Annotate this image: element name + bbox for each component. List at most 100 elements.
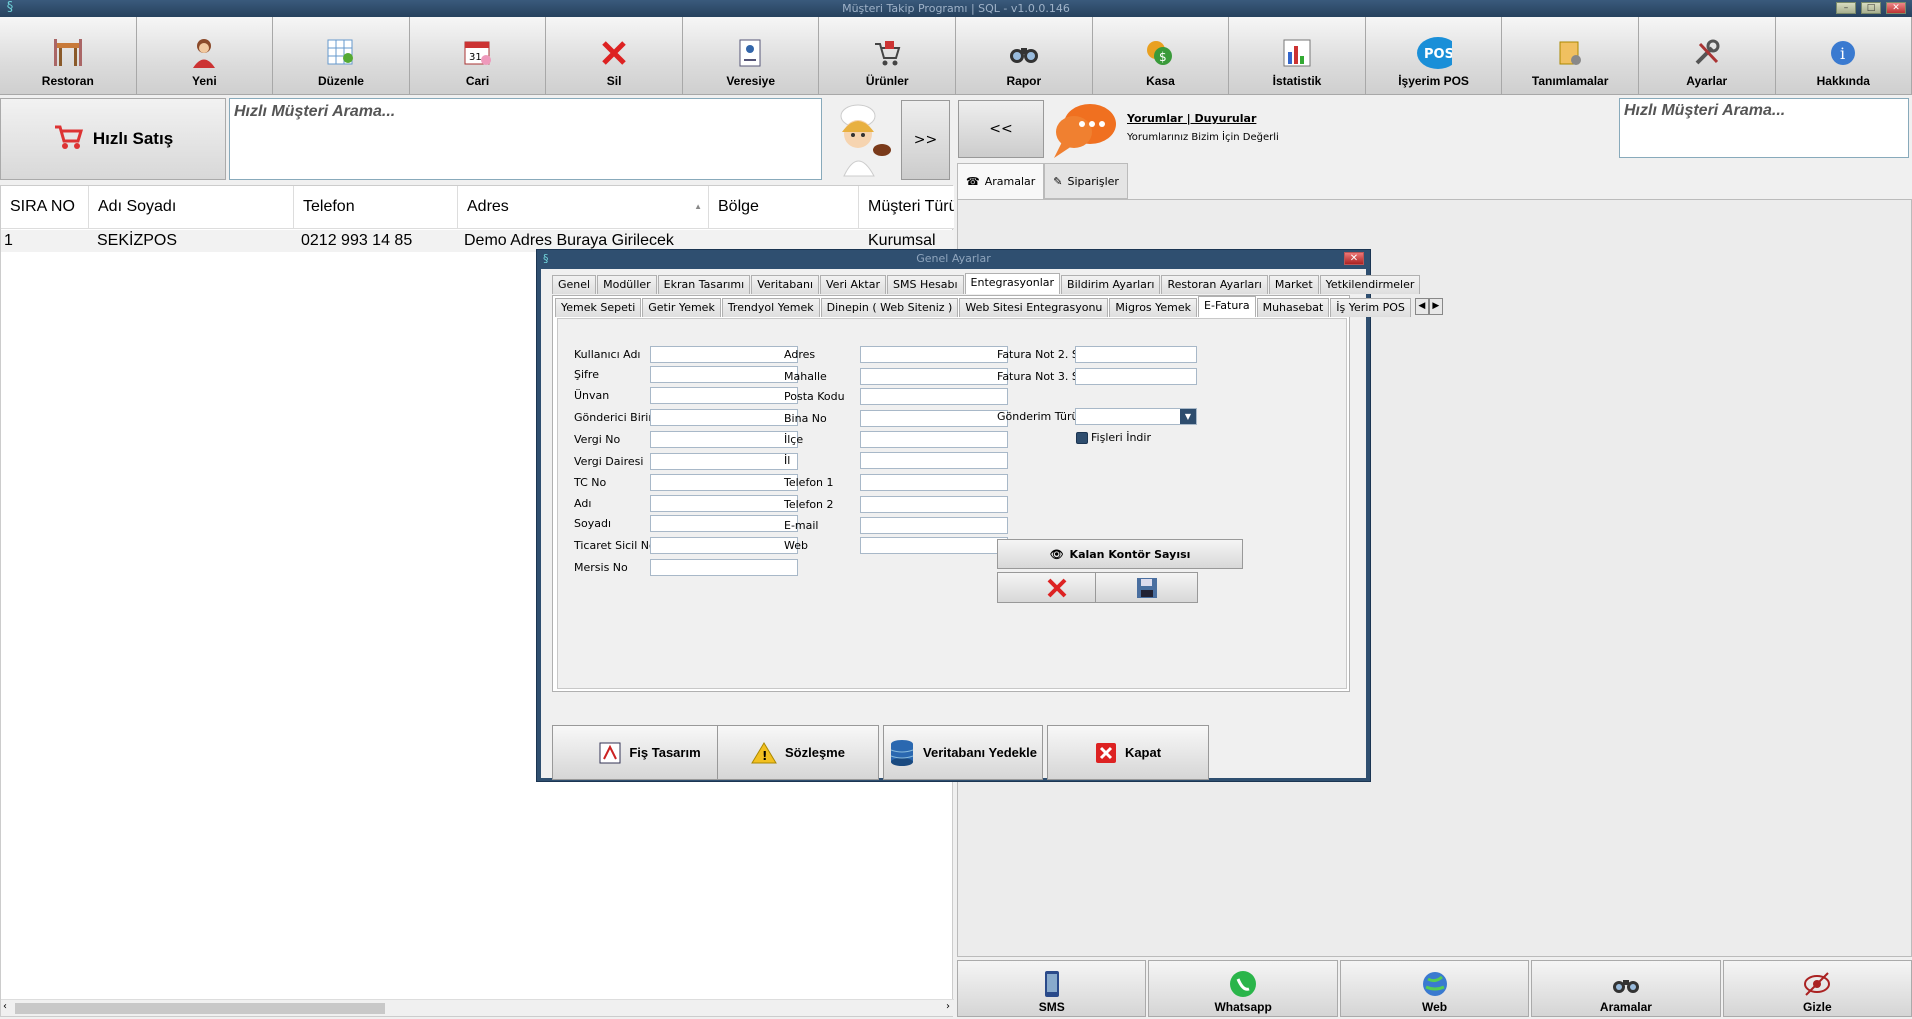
telefon-1-field[interactable] — [860, 474, 1008, 491]
chevron-down-icon: ▼ — [1180, 409, 1196, 424]
phone-icon — [1043, 968, 1061, 1000]
tab-restoran-ayarlari[interactable]: Restoran Ayarları — [1161, 275, 1268, 294]
tab-genel[interactable]: Genel — [552, 275, 597, 294]
mersis-no-field[interactable] — [650, 559, 798, 576]
fisleri-indir-checkbox[interactable] — [1076, 432, 1088, 444]
announcements-link[interactable]: Yorumlar | Duyurular Yorumlarınız Bizim … — [1050, 100, 1350, 160]
tab-siparisler[interactable]: ✎ Siparişler — [1044, 163, 1128, 199]
sifre-field[interactable] — [650, 366, 798, 383]
toolbar-restoran-button[interactable]: Restoran — [0, 17, 137, 95]
tab-ekran-tasarimi[interactable]: Ekran Tasarımı — [657, 275, 751, 294]
tab-e-fatura[interactable]: E-Fatura — [1198, 296, 1256, 317]
posta-kodu-field[interactable] — [860, 388, 1008, 405]
ilce-field[interactable] — [860, 431, 1008, 448]
ticaret-sicil-no-field[interactable] — [650, 537, 798, 554]
quick-sale-button[interactable]: Hızlı Satış — [0, 98, 226, 180]
horizontal-scrollbar[interactable]: ‹ › — [1, 999, 954, 1016]
toolbar-hakkinda-button[interactable]: i Hakkında — [1775, 17, 1912, 95]
scroll-right-icon[interactable]: › — [946, 1001, 950, 1012]
fatura-not-2-field[interactable] — [1075, 346, 1197, 363]
customer-search-input[interactable]: Hızlı Müşteri Arama... — [229, 98, 822, 180]
whatsapp-button[interactable]: Whatsapp — [1148, 960, 1338, 1017]
toolbar-duzenle-button[interactable]: Düzenle — [273, 17, 410, 95]
tab-veritabani[interactable]: Veritabanı — [751, 275, 820, 294]
toolbar-urunler-button[interactable]: Ürünler — [819, 17, 957, 95]
mahalle-field[interactable] — [860, 368, 1008, 385]
main-toolbar: Restoran Yeni Düzenle 31 Cari Sil Veresi… — [0, 17, 1912, 95]
tab-bildirim-ayarlari[interactable]: Bildirim Ayarları — [1061, 275, 1161, 294]
gonderici-birimi-field[interactable] — [650, 409, 798, 426]
window-title: Müşteri Takip Programı | SQL - v1.0.0.14… — [842, 2, 1070, 15]
tab-sms-hesabi[interactable]: SMS Hesabı — [887, 275, 964, 294]
delete-icon — [596, 36, 632, 70]
minimize-button[interactable]: – — [1836, 2, 1856, 14]
veritabani-yedekle-button[interactable]: Veritabanı Yedekle — [883, 725, 1043, 780]
soyadi-field[interactable] — [650, 515, 798, 532]
tab-aramalar[interactable]: ☎ Aramalar — [957, 163, 1045, 199]
email-field[interactable] — [860, 517, 1008, 534]
column-header-adres[interactable]: Adres ▲ — [458, 186, 709, 228]
adi-field[interactable] — [650, 495, 798, 512]
chevron-right-icon[interactable]: ▶ — [1428, 298, 1443, 315]
column-header-sira-no[interactable]: SIRA NO — [1, 186, 89, 228]
column-header-bolge[interactable]: Bölge — [709, 186, 859, 228]
aramalar-button[interactable]: Aramalar — [1531, 960, 1721, 1017]
toolbar-rapor-button[interactable]: Rapor — [956, 17, 1093, 95]
tab-muhasebat[interactable]: Muhasebat — [1256, 298, 1330, 317]
toolbar-yeni-button[interactable]: Yeni — [136, 17, 274, 95]
integration-tabs: Yemek Sepeti Getir Yemek Trendyol Yemek … — [555, 296, 1443, 317]
kapat-button[interactable]: Kapat — [1047, 725, 1209, 780]
tab-yetkilendirmeler[interactable]: Yetkilendirmeler — [1319, 275, 1421, 294]
column-header-adi-soyadi[interactable]: Adı Soyadı — [89, 186, 294, 228]
web-button[interactable]: Web — [1339, 960, 1530, 1017]
toolbar-veresiye-button[interactable]: Veresiye — [682, 17, 820, 95]
bina-no-field[interactable] — [860, 410, 1008, 427]
save-button[interactable] — [1095, 572, 1198, 603]
toolbar-ayarlar-button[interactable]: Ayarlar — [1638, 17, 1776, 95]
gizle-button[interactable]: Gizle — [1722, 960, 1912, 1017]
toolbar-tanimlamalar-button[interactable]: Tanımlamalar — [1502, 17, 1639, 95]
dialog-close-button[interactable]: ✕ — [1344, 252, 1364, 265]
tab-yemek-sepeti[interactable]: Yemek Sepeti — [555, 298, 642, 317]
kalan-kontor-button[interactable]: 👁 Kalan Kontör Sayısı — [997, 539, 1243, 569]
tab-getir-yemek[interactable]: Getir Yemek — [642, 298, 721, 317]
toolbar-istatistik-button[interactable]: İstatistik — [1229, 17, 1366, 95]
globe-icon — [1420, 968, 1450, 1000]
tab-is-yerim-pos[interactable]: İş Yerim POS — [1330, 298, 1411, 317]
close-button[interactable]: ✕ — [1886, 2, 1906, 14]
unvan-field[interactable] — [650, 387, 798, 404]
sozlesme-button[interactable]: ! Sözleşme — [717, 725, 879, 780]
vergi-no-field[interactable] — [650, 431, 798, 448]
toolbar-sil-button[interactable]: Sil — [546, 17, 683, 95]
prev-button[interactable]: << — [958, 100, 1044, 158]
tab-web-sitesi-entegrasyonu[interactable]: Web Sitesi Entegrasyonu — [959, 298, 1109, 317]
fatura-not-3-field[interactable] — [1075, 368, 1197, 385]
column-header-musteri-turu[interactable]: Müşteri Türü — [859, 186, 954, 228]
il-field[interactable] — [860, 452, 1008, 469]
telefon-2-field[interactable] — [860, 496, 1008, 513]
tab-market[interactable]: Market — [1268, 275, 1319, 294]
scroll-left-icon[interactable]: ‹ — [3, 1001, 7, 1012]
toolbar-cari-button[interactable]: 31 Cari — [409, 17, 547, 95]
column-header-telefon[interactable]: Telefon — [294, 186, 458, 228]
sms-button[interactable]: SMS — [957, 960, 1147, 1017]
tab-moduller[interactable]: Modüller — [597, 275, 657, 294]
tab-entegrasyonlar[interactable]: Entegrasyonlar — [964, 273, 1061, 294]
vergi-dairesi-field[interactable] — [650, 453, 798, 470]
web-field[interactable] — [860, 537, 1008, 554]
tab-migros-yemek[interactable]: Migros Yemek — [1109, 298, 1198, 317]
adres-field[interactable] — [860, 346, 1008, 363]
toolbar-kasa-button[interactable]: $ Kasa — [1092, 17, 1230, 95]
toolbar-isyerim-pos-button[interactable]: POS İşyerim POS — [1365, 17, 1503, 95]
gonderim-turu-select[interactable]: ▼ — [1075, 408, 1197, 425]
scrollbar-thumb[interactable] — [15, 1003, 385, 1014]
maximize-button[interactable]: □ — [1861, 2, 1881, 14]
tc-no-field[interactable] — [650, 474, 798, 491]
tab-trendyol-yemek[interactable]: Trendyol Yemek — [721, 298, 820, 317]
tab-veri-aktar[interactable]: Veri Aktar — [820, 275, 887, 294]
tab-dinepin[interactable]: Dinepin ( Web Siteniz ) — [820, 298, 959, 317]
kullanici-adi-field[interactable] — [650, 346, 798, 363]
next-button[interactable]: >> — [901, 100, 950, 180]
chevron-left-icon[interactable]: ◀ — [1414, 298, 1429, 315]
right-customer-search-input[interactable]: Hızlı Müşteri Arama... — [1619, 98, 1909, 158]
